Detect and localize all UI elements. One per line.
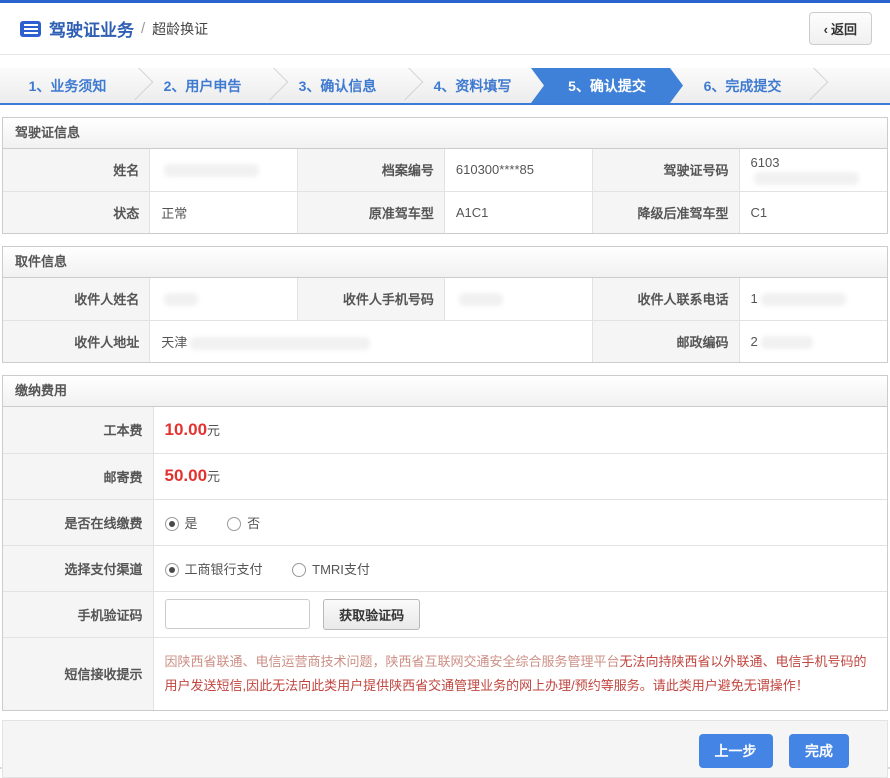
- sms-code-label: 手机验证码: [3, 591, 153, 637]
- online-pay-yes-option[interactable]: 是: [165, 516, 198, 531]
- online-pay-label: 是否在线缴费: [3, 499, 153, 545]
- back-button[interactable]: ‹返回: [809, 12, 872, 45]
- table-row: 工本费 10.00元: [3, 407, 887, 453]
- redacted-value: [459, 293, 503, 306]
- redacted-value: [761, 336, 813, 349]
- license-info-table: 姓名 档案编号 610300****85 驾驶证号码 6103 状态 正常 原准…: [3, 149, 887, 233]
- recipient-phone-label: 收件人联系电话: [592, 278, 739, 320]
- table-row: 短信接收提示 因陕西省联通、电信运营商技术问题，陕西省互联网交通安全综合服务管理…: [3, 637, 887, 710]
- downgraded-class-value: C1: [739, 191, 887, 233]
- table-row: 邮寄费 50.00元: [3, 453, 887, 499]
- sms-code-cell: 获取验证码: [153, 591, 887, 637]
- step-1[interactable]: 1、业务须知: [0, 68, 135, 103]
- sms-code-input[interactable]: [165, 599, 310, 629]
- file-number-value: 610300****85: [444, 149, 592, 191]
- tmri-pay-option[interactable]: TMRI支付: [292, 562, 370, 577]
- pay-channel-label: 选择支付渠道: [3, 545, 153, 591]
- file-number-label: 档案编号: [298, 149, 445, 191]
- sms-notice-light: 因陕西省联通、电信运营商技术问题，陕西省互联网交通安全综合服务管理平台: [165, 654, 620, 669]
- step-5[interactable]: 5、确认提交: [531, 68, 683, 103]
- icbc-pay-option[interactable]: 工商银行支付: [165, 562, 263, 577]
- redacted-value: [190, 337, 370, 350]
- status-value: 正常: [150, 191, 298, 233]
- work-fee-value: 10.00元: [153, 407, 887, 453]
- back-chevron-icon: ‹: [824, 22, 828, 37]
- step-6[interactable]: 6、完成提交: [675, 68, 810, 103]
- section-title: 取件信息: [3, 247, 887, 278]
- step-wizard: 1、业务须知 2、用户申告 3、确认信息 4、资料填写 5、确认提交 6、完成提…: [0, 68, 890, 105]
- sms-notice-text: 因陕西省联通、电信运营商技术问题，陕西省互联网交通安全综合服务管理平台无法向持陕…: [153, 637, 887, 710]
- recipient-name-value: [150, 278, 298, 320]
- table-row: 收件人地址 天津 邮政编码 2: [3, 320, 887, 362]
- status-label: 状态: [3, 191, 150, 233]
- recipient-address-label: 收件人地址: [3, 320, 150, 362]
- mail-fee-label: 邮寄费: [3, 453, 153, 499]
- section-title: 驾驶证信息: [3, 118, 887, 149]
- mail-fee-unit: 元: [207, 469, 220, 484]
- breadcrumb-divider: /: [141, 20, 145, 37]
- table-row: 是否在线缴费 是 否: [3, 499, 887, 545]
- finish-button[interactable]: 完成: [789, 734, 849, 768]
- section-title: 缴纳费用: [3, 376, 887, 407]
- pickup-info-section: 取件信息 收件人姓名 收件人手机号码 收件人联系电话 1 收件人地址 天津 邮政…: [2, 246, 888, 363]
- list-icon: [20, 21, 41, 37]
- payment-section: 缴纳费用 工本费 10.00元 邮寄费 50.00元 是否在线缴费 是 否 选择…: [2, 375, 888, 711]
- work-fee-amount: 10.00: [165, 420, 208, 439]
- recipient-mobile-label: 收件人手机号码: [298, 278, 445, 320]
- license-number-value: 6103: [739, 149, 887, 191]
- table-row: 状态 正常 原准驾车型 A1C1 降级后准驾车型 C1: [3, 191, 887, 233]
- online-pay-options: 是 否: [153, 499, 887, 545]
- original-class-label: 原准驾车型: [298, 191, 445, 233]
- step-4[interactable]: 4、资料填写: [405, 68, 540, 103]
- back-label: 返回: [831, 22, 857, 37]
- work-fee-label: 工本费: [3, 407, 153, 453]
- name-label: 姓名: [3, 149, 150, 191]
- step-2[interactable]: 2、用户申告: [135, 68, 270, 103]
- license-info-section: 驾驶证信息 姓名 档案编号 610300****85 驾驶证号码 6103 状态…: [2, 117, 888, 234]
- recipient-phone-value: 1: [739, 278, 887, 320]
- page-title: 驾驶证业务: [49, 16, 134, 41]
- mail-fee-amount: 50.00: [165, 466, 208, 485]
- radio-no[interactable]: [227, 517, 241, 531]
- sms-notice-label: 短信接收提示: [3, 637, 153, 710]
- recipient-mobile-value: [444, 278, 592, 320]
- table-row: 姓名 档案编号 610300****85 驾驶证号码 6103: [3, 149, 887, 191]
- license-number-label: 驾驶证号码: [592, 149, 739, 191]
- original-class-value: A1C1: [444, 191, 592, 233]
- get-sms-code-button[interactable]: 获取验证码: [323, 599, 420, 630]
- page-header: 驾驶证业务 / 超龄换证 ‹返回: [0, 3, 890, 55]
- radio-yes[interactable]: [165, 517, 179, 531]
- postal-code-label: 邮政编码: [592, 320, 739, 362]
- name-value: [150, 149, 298, 191]
- downgraded-class-label: 降级后准驾车型: [592, 191, 739, 233]
- pickup-info-table: 收件人姓名 收件人手机号码 收件人联系电话 1 收件人地址 天津 邮政编码 2: [3, 278, 887, 362]
- table-row: 收件人姓名 收件人手机号码 收件人联系电话 1: [3, 278, 887, 320]
- work-fee-unit: 元: [207, 423, 220, 438]
- step-3[interactable]: 3、确认信息: [270, 68, 405, 103]
- online-pay-no-option[interactable]: 否: [227, 516, 260, 531]
- breadcrumb-current: 超龄换证: [152, 19, 208, 39]
- previous-step-button[interactable]: 上一步: [699, 734, 773, 768]
- postal-code-value: 2: [739, 320, 887, 362]
- table-row: 选择支付渠道 工商银行支付 TMRI支付: [3, 545, 887, 591]
- redacted-value: [761, 293, 846, 306]
- redacted-value: [164, 164, 259, 177]
- recipient-address-value: 天津: [150, 320, 593, 362]
- recipient-name-label: 收件人姓名: [3, 278, 150, 320]
- payment-table: 工本费 10.00元 邮寄费 50.00元 是否在线缴费 是 否 选择支付渠道 …: [3, 407, 887, 710]
- redacted-value: [754, 172, 859, 185]
- table-row: 手机验证码 获取验证码: [3, 591, 887, 637]
- pay-channel-options: 工商银行支付 TMRI支付: [153, 545, 887, 591]
- mail-fee-value: 50.00元: [153, 453, 887, 499]
- redacted-value: [164, 293, 198, 306]
- radio-icbc[interactable]: [165, 563, 179, 577]
- radio-tmri[interactable]: [292, 563, 306, 577]
